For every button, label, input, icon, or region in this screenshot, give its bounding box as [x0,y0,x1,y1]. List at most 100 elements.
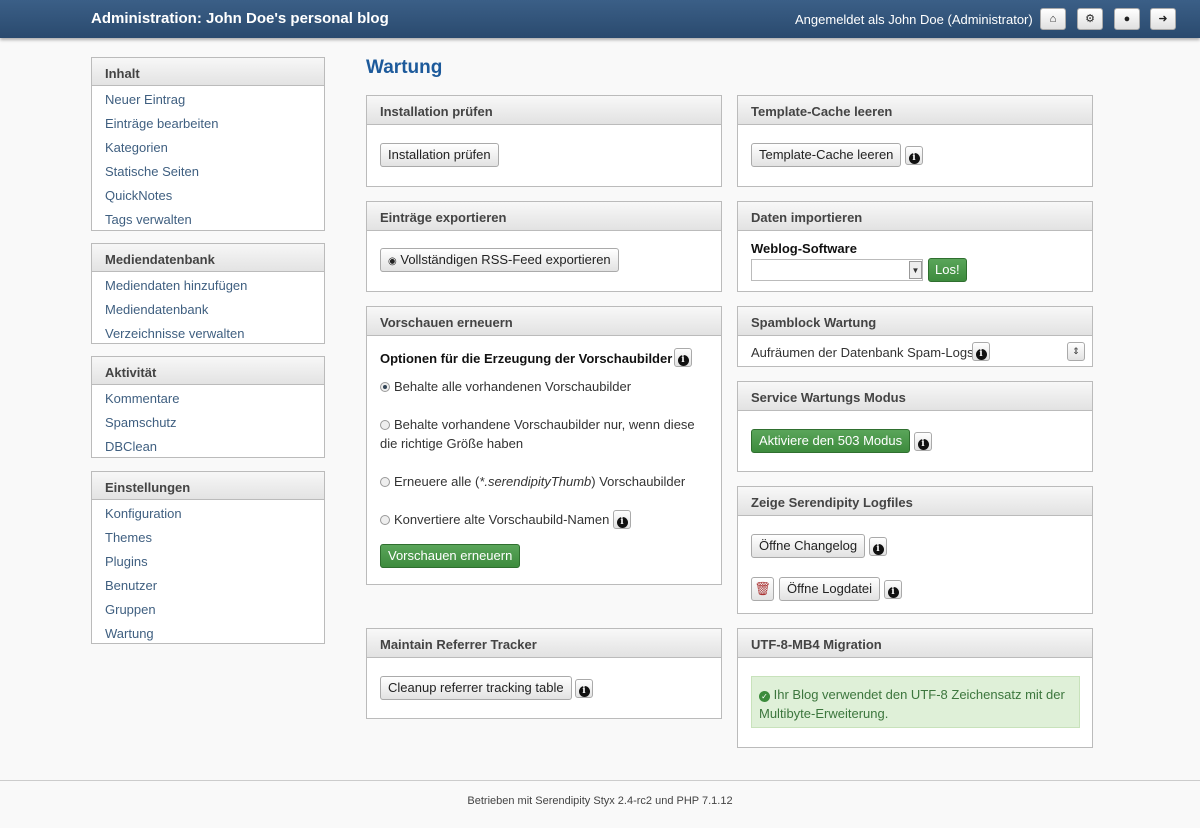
sidebar-group-einstellungen: Einstellungen Konfiguration Themes Plugi… [91,471,325,644]
option-label: Behalte alle vorhandenen Vorschaubilder [394,379,632,394]
page-title: Wartung [366,57,443,78]
info-icon: i [616,517,628,528]
logged-in-user: Angemeldet als John Doe (Administrator) [795,12,1033,27]
panel-title: Daten importieren [738,202,1092,231]
info-icon: i [917,439,929,450]
panel-title: Maintain Referrer Tracker [367,629,721,658]
sidebar-item-gruppen[interactable]: Gruppen [92,598,324,622]
open-logfile-button[interactable]: Öffne Logdatei [779,577,881,601]
weblog-software-select[interactable]: ▼ [751,259,923,281]
sidebar-item-benutzer[interactable]: Benutzer [92,574,324,598]
trash-icon: 🗑 [754,581,771,596]
sidebar-item-themes[interactable]: Themes [92,526,324,550]
sidebar-group-inhalt: Inhalt Neuer Eintrag Einträge bearbeiten… [91,57,325,231]
rss-icon: ◉ [388,256,397,267]
view-blog-button[interactable]: ● [1114,8,1140,30]
panel-title: Service Wartungs Modus [738,382,1092,411]
home-icon: ⌂ [1049,13,1057,25]
footer: Betrieben mit Serendipity Styx 2.4-rc2 u… [0,780,1200,828]
info-button[interactable]: i [914,432,932,451]
sidebar-item-verzeichnisse[interactable]: Verzeichnisse verwalten [92,322,324,346]
info-button[interactable]: i [575,679,593,698]
option-label: Erneuere alle (*.serendipityThumb) Vorsc… [394,474,686,489]
panel-logfiles: Zeige Serendipity Logfiles Öffne Changel… [737,486,1093,614]
info-button[interactable]: i [613,510,631,529]
radio-keep-if-size[interactable] [380,420,390,430]
cogs-icon: ⚙ [1085,13,1095,25]
panel-title: Installation prüfen [367,96,721,125]
weblog-software-label: Weblog-Software [751,241,857,256]
delete-logfile-button[interactable]: 🗑 [751,577,774,601]
panel-utf8mb4: UTF-8-MB4 Migration ✓ Ihr Blog verwendet… [737,628,1093,748]
renew-thumbnails-button[interactable]: Vorschauen erneuern [380,544,521,568]
sidebar-item-dbclean[interactable]: DBClean [92,435,324,459]
panel-referrer: Maintain Referrer Tracker Cleanup referr… [366,628,722,719]
logout-button[interactable]: ➜ [1150,8,1176,30]
sidebar-item-wartung[interactable]: Wartung [92,622,324,646]
sidebar-item-quicknotes[interactable]: QuickNotes [92,184,324,208]
home-button[interactable]: ⌂ [1040,8,1066,30]
radio-renew-all[interactable] [380,477,390,487]
sidebar-item-mediendaten-hinzufuegen[interactable]: Mediendaten hinzufügen [92,274,324,298]
info-button[interactable]: i [869,537,887,556]
info-icon: i [887,587,899,598]
footer-text: Betrieben mit Serendipity Styx 2.4-rc2 u… [467,795,733,807]
success-message: ✓ Ihr Blog verwendet den UTF-8 Zeichensa… [751,676,1080,728]
chevron-down-icon: ▼ [909,261,922,279]
sidebar-item-neuer-eintrag[interactable]: Neuer Eintrag [92,88,324,112]
panel-title: UTF-8-MB4 Migration [738,629,1092,658]
expand-toggle[interactable]: ⇕ [1067,342,1085,361]
sidebar-group-title: Inhalt [92,58,324,86]
thumb-options-heading: Optionen für die Erzeugung der Vorschaub… [380,351,673,366]
import-go-button[interactable]: Los! [928,258,967,282]
panel-title: Einträge exportieren [367,202,721,231]
sidebar-group-medien: Mediendatenbank Mediendaten hinzufügen M… [91,243,325,344]
logout-icon: ➜ [1158,13,1168,25]
option-label: Behalte vorhandene Vorschaubilder nur, w… [394,417,695,432]
check-installation-button[interactable]: Installation prüfen [380,143,499,167]
app-title: Administration: John Doe's personal blog [91,10,389,27]
info-button[interactable]: i [674,348,692,367]
spamblock-cleanup-text: Aufräumen der Datenbank Spam-Logs [751,345,974,360]
sidebar-group-title: Aktivität [92,357,324,385]
panel-import: Daten importieren Weblog-Software ▼ Los! [737,201,1093,292]
panel-service-mode: Service Wartungs Modus Aktiviere den 503… [737,381,1093,472]
open-changelog-button[interactable]: Öffne Changelog [751,534,866,558]
top-bar: Administration: John Doe's personal blog… [0,0,1200,38]
radio-keep-all[interactable] [380,382,390,392]
info-button[interactable]: i [905,146,923,165]
panel-template-cache: Template-Cache leeren Template-Cache lee… [737,95,1093,187]
panel-export: Einträge exportieren ◉ Vollständigen RSS… [366,201,722,292]
panel-title: Spamblock Wartung [738,307,1092,336]
sidebar-item-mediendatenbank[interactable]: Mediendatenbank [92,298,324,322]
clear-template-cache-button[interactable]: Template-Cache leeren [751,143,902,167]
sort-icon: ⇕ [1072,346,1080,356]
panel-title: Vorschauen erneuern [367,307,721,336]
sidebar-item-plugins[interactable]: Plugins [92,550,324,574]
settings-button[interactable]: ⚙ [1077,8,1103,30]
check-circle-icon: ✓ [759,691,770,702]
sidebar-item-kategorien[interactable]: Kategorien [92,136,324,160]
sidebar-group-title: Einstellungen [92,472,324,500]
info-icon: i [578,686,590,697]
activate-503-button[interactable]: Aktiviere den 503 Modus [751,429,911,453]
sidebar-group-aktivitaet: Aktivität Kommentare Spamschutz DBClean [91,356,325,458]
export-rss-button[interactable]: ◉ Vollständigen RSS-Feed exportieren [380,248,619,272]
panel-installation: Installation prüfen Installation prüfen [366,95,722,187]
info-button[interactable]: i [972,342,990,361]
info-icon: i [872,544,884,555]
radio-convert-names[interactable] [380,515,390,525]
sidebar-item-spamschutz[interactable]: Spamschutz [92,411,324,435]
sidebar-item-tags[interactable]: Tags verwalten [92,208,324,232]
sidebar-item-kommentare[interactable]: Kommentare [92,387,324,411]
sidebar-item-statische-seiten[interactable]: Statische Seiten [92,160,324,184]
globe-icon: ● [1123,13,1131,25]
cleanup-referrer-button[interactable]: Cleanup referrer tracking table [380,676,572,700]
sidebar-item-eintraege-bearbeiten[interactable]: Einträge bearbeiten [92,112,324,136]
panel-title: Template-Cache leeren [738,96,1092,125]
info-button[interactable]: i [884,580,902,599]
sidebar-item-konfiguration[interactable]: Konfiguration [92,502,324,526]
info-icon: i [908,153,920,164]
panel-spamblock: Spamblock Wartung Aufräumen der Datenban… [737,306,1093,367]
option-label-cont: die richtige Größe haben [380,436,524,451]
